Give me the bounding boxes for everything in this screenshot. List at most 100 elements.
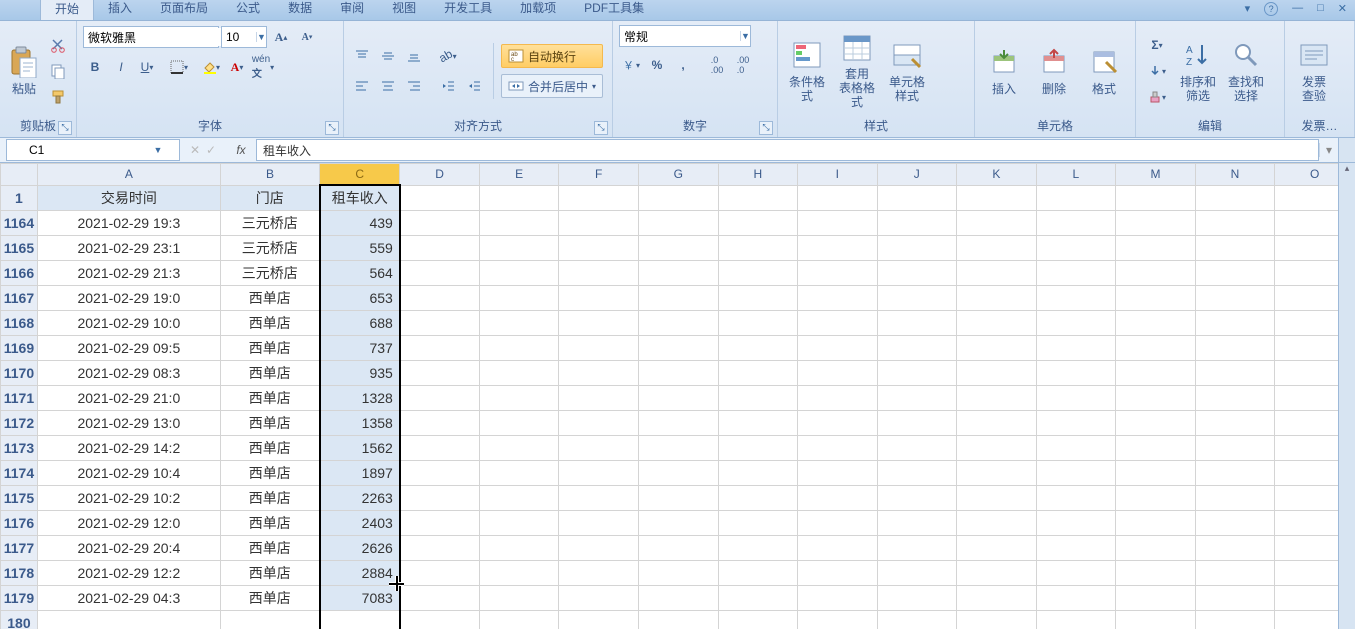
number-format-input[interactable] (620, 27, 740, 45)
cell-D1179[interactable] (400, 586, 480, 611)
col-header-C[interactable]: C (320, 164, 400, 186)
cell-G1165[interactable] (638, 236, 718, 261)
cell-I1168[interactable] (798, 311, 877, 336)
tab-加载项[interactable]: 加载项 (506, 0, 570, 20)
row-header-1171[interactable]: 1171 (1, 386, 38, 411)
cell-D1171[interactable] (400, 386, 480, 411)
cell-H1177[interactable] (718, 536, 798, 561)
cell-E1166[interactable] (479, 261, 559, 286)
cell-A1178[interactable]: 2021-02-29 12:2 (37, 561, 220, 586)
wrap-text-button[interactable]: abc自动换行 (501, 44, 603, 68)
cell-G1168[interactable] (638, 311, 718, 336)
cell-K1175[interactable] (957, 486, 1037, 511)
cell-H1167[interactable] (718, 286, 798, 311)
tab-开始[interactable]: 开始 (40, 0, 94, 20)
tab-审阅[interactable]: 审阅 (326, 0, 378, 20)
cell-E180[interactable] (479, 611, 559, 629)
cell-A1177[interactable]: 2021-02-29 20:4 (37, 536, 220, 561)
format-painter-button[interactable] (46, 85, 70, 109)
cell-B180[interactable] (220, 611, 319, 629)
align-left-button[interactable] (350, 74, 374, 98)
cell-E1164[interactable] (479, 211, 559, 236)
cell-N1[interactable] (1195, 185, 1275, 211)
cell-K1[interactable] (957, 185, 1037, 211)
cell-F1167[interactable] (559, 286, 639, 311)
cell-I1169[interactable] (798, 336, 877, 361)
tab-数据[interactable]: 数据 (274, 0, 326, 20)
cell-C1166[interactable]: 564 (320, 261, 400, 286)
cell-N1174[interactable] (1195, 461, 1275, 486)
cell-I1176[interactable] (798, 511, 877, 536)
cell-C1174[interactable]: 1897 (320, 461, 400, 486)
cell-C1175[interactable]: 2263 (320, 486, 400, 511)
cell-C1170[interactable]: 935 (320, 361, 400, 386)
cell-I1165[interactable] (798, 236, 877, 261)
cell-G1178[interactable] (638, 561, 718, 586)
cell-D1168[interactable] (400, 311, 480, 336)
cell-F1173[interactable] (559, 436, 639, 461)
cell-G1174[interactable] (638, 461, 718, 486)
cell-M1167[interactable] (1116, 286, 1196, 311)
cell-I1173[interactable] (798, 436, 877, 461)
accounting-format-button[interactable]: ￥▾ (619, 53, 643, 77)
cell-A1173[interactable]: 2021-02-29 14:2 (37, 436, 220, 461)
cut-button[interactable] (46, 33, 70, 57)
cell-J1168[interactable] (877, 311, 957, 336)
cell-N1171[interactable] (1195, 386, 1275, 411)
cell-F1178[interactable] (559, 561, 639, 586)
restore-window-icon[interactable]: □ (1317, 2, 1324, 16)
bold-button[interactable]: B (83, 55, 107, 79)
row-header-1164[interactable]: 1164 (1, 211, 38, 236)
merge-center-button[interactable]: 合并后居中▾ (501, 74, 603, 98)
cell-G1171[interactable] (638, 386, 718, 411)
col-header-G[interactable]: G (638, 164, 718, 186)
align-bottom-button[interactable] (402, 44, 426, 68)
cell-K1168[interactable] (957, 311, 1037, 336)
cell-H1173[interactable] (718, 436, 798, 461)
cell-B1173[interactable]: 西单店 (220, 436, 319, 461)
cell-C1177[interactable]: 2626 (320, 536, 400, 561)
row-header-1166[interactable]: 1166 (1, 261, 38, 286)
cell-D1170[interactable] (400, 361, 480, 386)
cell-N180[interactable] (1195, 611, 1275, 629)
cell-L1175[interactable] (1036, 486, 1116, 511)
font-size-combo[interactable]: ▼ (221, 26, 267, 48)
cell-L1178[interactable] (1036, 561, 1116, 586)
cell-J1177[interactable] (877, 536, 957, 561)
fill-button[interactable]: ▾ (1142, 59, 1172, 83)
cell-E1171[interactable] (479, 386, 559, 411)
comma-button[interactable]: , (671, 53, 695, 77)
cell-J1179[interactable] (877, 586, 957, 611)
cell-A1169[interactable]: 2021-02-29 09:5 (37, 336, 220, 361)
cell-B1167[interactable]: 西单店 (220, 286, 319, 311)
col-header-D[interactable]: D (400, 164, 480, 186)
cell-G1175[interactable] (638, 486, 718, 511)
cell-F1177[interactable] (559, 536, 639, 561)
minimize-ribbon-icon[interactable]: ▾ (1245, 2, 1251, 16)
border-button[interactable]: ▾ (167, 55, 191, 79)
cell-N1177[interactable] (1195, 536, 1275, 561)
cell-E1174[interactable] (479, 461, 559, 486)
cell-J1165[interactable] (877, 236, 957, 261)
fx-icon[interactable]: fx (226, 143, 256, 157)
cell-N1179[interactable] (1195, 586, 1275, 611)
cell-J1175[interactable] (877, 486, 957, 511)
vertical-scrollbar[interactable]: ▴ (1338, 163, 1355, 629)
cell-K1164[interactable] (957, 211, 1037, 236)
cell-H1175[interactable] (718, 486, 798, 511)
cell-G1177[interactable] (638, 536, 718, 561)
cell-L1169[interactable] (1036, 336, 1116, 361)
tab-页面布局[interactable]: 页面布局 (146, 0, 222, 20)
cell-A1166[interactable]: 2021-02-29 21:3 (37, 261, 220, 286)
cell-A1167[interactable]: 2021-02-29 19:0 (37, 286, 220, 311)
cell-C1176[interactable]: 2403 (320, 511, 400, 536)
cell-C1169[interactable]: 737 (320, 336, 400, 361)
increase-indent-button[interactable] (462, 74, 486, 98)
col-header-A[interactable]: A (37, 164, 220, 186)
align-right-button[interactable] (402, 74, 426, 98)
cell-J1170[interactable] (877, 361, 957, 386)
cell-M1174[interactable] (1116, 461, 1196, 486)
cell-M1179[interactable] (1116, 586, 1196, 611)
cell-E1[interactable] (479, 185, 559, 211)
cell-E1165[interactable] (479, 236, 559, 261)
